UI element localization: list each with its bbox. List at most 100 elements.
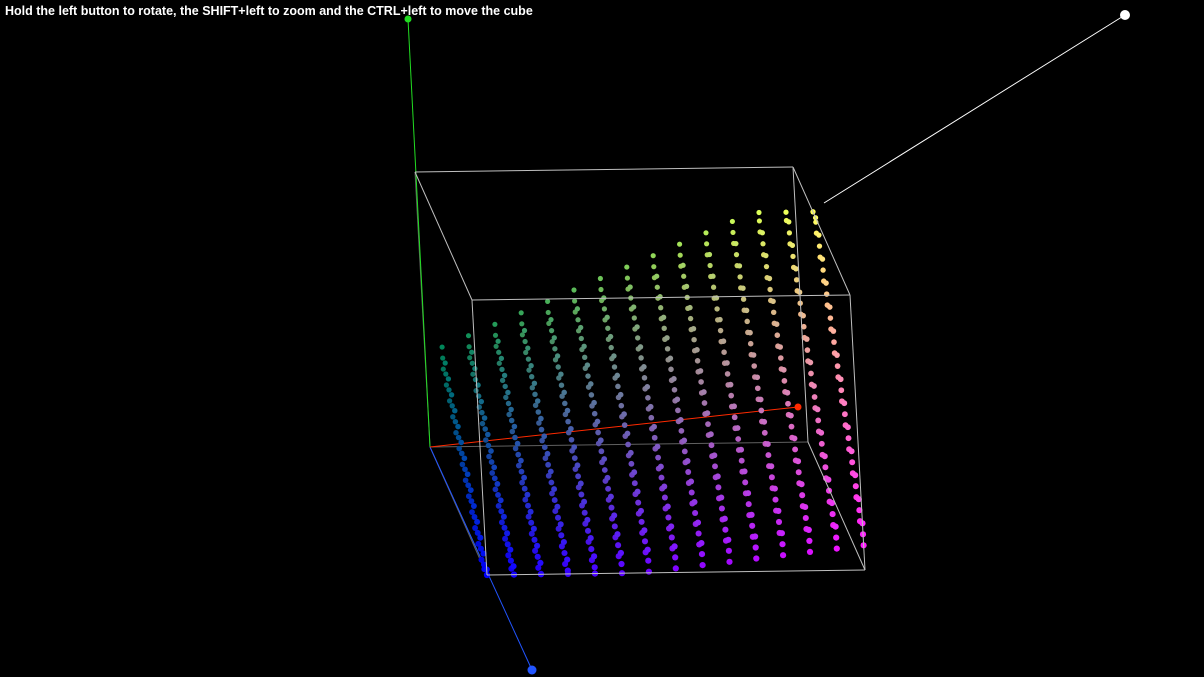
color-point [466, 344, 472, 350]
color-point [718, 505, 725, 512]
color-point [829, 511, 836, 518]
color-point [534, 542, 541, 549]
color-point [552, 346, 558, 352]
color-point [738, 446, 745, 453]
color-point [495, 491, 501, 498]
color-point [624, 264, 630, 270]
color-point [445, 376, 452, 382]
color-point [446, 398, 453, 404]
color-point [489, 470, 496, 476]
color-point [793, 266, 799, 272]
color-point [697, 368, 704, 374]
blue-dot-icon[interactable] [527, 665, 537, 675]
color-point [681, 437, 688, 444]
color-point [728, 392, 735, 399]
color-point [733, 251, 740, 258]
color-point [574, 306, 581, 312]
color-point [506, 411, 512, 418]
color-point [764, 441, 771, 448]
color-point [756, 209, 762, 216]
red-dot-icon[interactable] [794, 403, 802, 411]
color-point [485, 431, 491, 438]
color-point [479, 420, 486, 427]
color-point [661, 483, 668, 490]
green-dot-icon[interactable] [404, 15, 412, 23]
color-point [611, 523, 618, 530]
color-point [440, 366, 446, 372]
color-point [502, 383, 508, 390]
color-point [604, 314, 610, 320]
color-point [548, 327, 555, 334]
color-point [565, 418, 571, 425]
color-point [459, 450, 465, 457]
color-point [849, 459, 856, 466]
color-point [763, 263, 770, 270]
color-point [820, 267, 826, 273]
color-point [488, 459, 495, 465]
color-point [811, 383, 817, 389]
color-point [617, 549, 625, 557]
color-point [564, 556, 571, 563]
color-point [852, 483, 859, 490]
color-point [731, 403, 737, 410]
color-point [474, 518, 481, 525]
color-point [535, 409, 542, 415]
color-point [462, 466, 468, 473]
3d-viewport[interactable]: Hold the left button to rotate, the SHIF… [0, 0, 1204, 677]
color-point [638, 355, 644, 361]
color-point [651, 423, 657, 430]
color-point [503, 394, 509, 401]
color-point [443, 371, 449, 377]
color-point [548, 479, 555, 486]
color-point [657, 463, 664, 470]
color-point [611, 364, 618, 370]
color-point [644, 546, 651, 553]
color-point [742, 479, 749, 486]
color-point [614, 372, 621, 379]
color-point [726, 558, 733, 565]
color-point [598, 448, 605, 455]
color-point [614, 531, 621, 538]
color-point [754, 374, 761, 381]
color-point [591, 399, 597, 406]
rgb-cube-scene[interactable] [0, 0, 1204, 677]
color-point [775, 518, 783, 525]
y-axis-line [407, 18, 431, 448]
color-point [781, 378, 788, 384]
color-point [508, 406, 514, 413]
color-point [492, 332, 499, 338]
color-point [554, 503, 561, 510]
color-point [681, 273, 687, 279]
color-point [621, 411, 627, 417]
color-point [560, 538, 567, 546]
color-point [605, 485, 612, 492]
color-point [518, 457, 524, 464]
color-point [747, 340, 754, 347]
color-point [473, 387, 479, 394]
color-point [479, 409, 485, 416]
color-point [625, 441, 631, 448]
color-point [507, 546, 514, 553]
color-point [692, 509, 699, 517]
color-point [467, 355, 473, 361]
color-point [525, 356, 532, 362]
color-point [808, 370, 814, 377]
color-point [458, 439, 465, 446]
color-point [568, 425, 574, 432]
color-point [478, 398, 485, 405]
color-point [482, 426, 488, 432]
color-point [658, 305, 664, 311]
color-point [537, 559, 544, 567]
color-point [668, 523, 675, 530]
color-point [710, 273, 716, 279]
color-point [657, 294, 663, 300]
white-dot-icon[interactable] [1120, 10, 1130, 20]
color-point [819, 256, 826, 262]
color-point [530, 525, 537, 532]
color-point [498, 519, 505, 526]
color-point [525, 502, 531, 509]
color-point [822, 464, 829, 471]
color-point [491, 464, 498, 471]
color-point [452, 418, 459, 425]
color-point [588, 392, 595, 398]
